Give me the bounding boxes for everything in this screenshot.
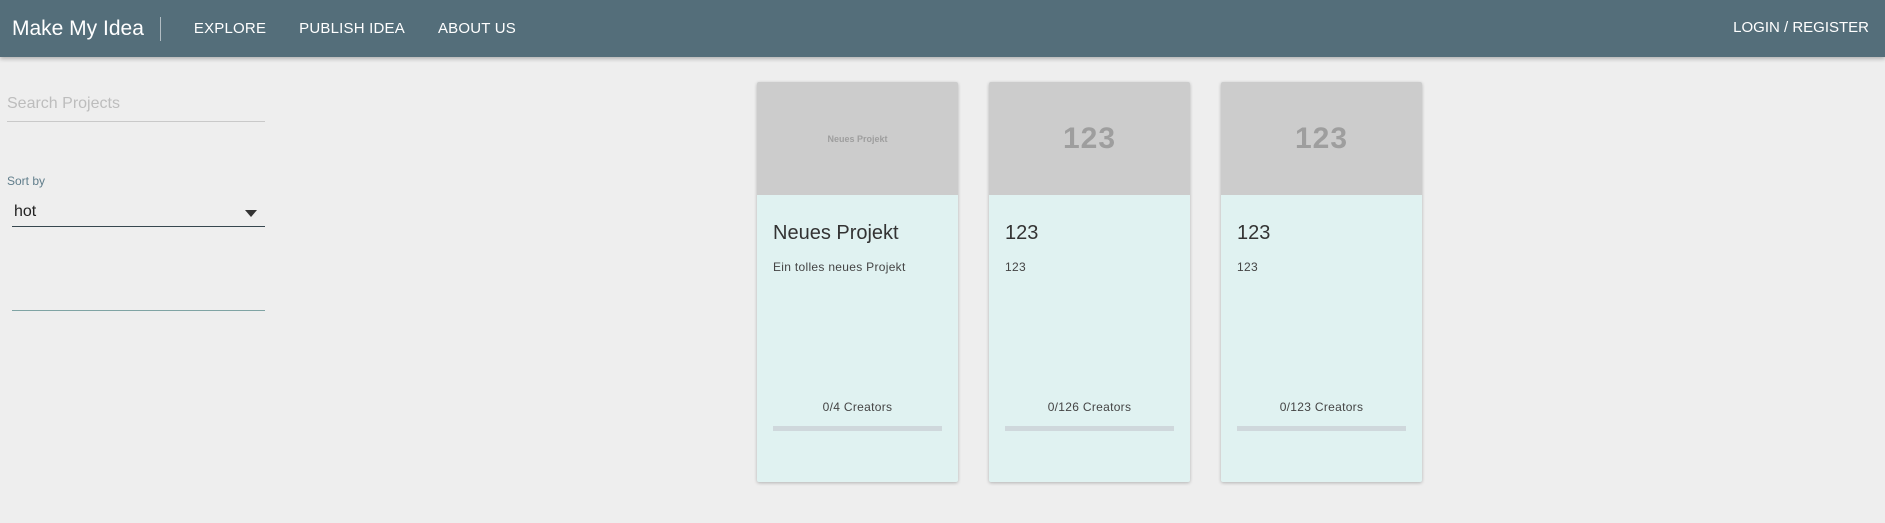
creators-progress-bar <box>1005 426 1174 431</box>
creators-progress-bar <box>773 426 942 431</box>
top-app-bar: Make My Idea EXPLORE PUBLISH IDEA ABOUT … <box>0 0 1885 57</box>
project-card[interactable]: 123 123 123 0/123 Creators <box>1221 82 1422 482</box>
brand-logo[interactable]: Make My Idea <box>0 16 161 41</box>
project-card[interactable]: 123 123 123 0/126 Creators <box>989 82 1190 482</box>
card-creators-count: 0/4 Creators <box>822 400 893 414</box>
card-creators-count: 0/126 Creators <box>1047 400 1132 414</box>
card-image: Neues Projekt <box>757 82 958 195</box>
nav-explore[interactable]: EXPLORE <box>194 20 266 37</box>
nav-publish-idea[interactable]: PUBLISH IDEA <box>299 20 405 37</box>
project-card[interactable]: Neues Projekt Neues Projekt Ein tolles n… <box>757 82 958 482</box>
sort-by-label: Sort by <box>7 174 46 188</box>
sort-select[interactable]: hot <box>12 201 265 227</box>
filter-field[interactable] <box>12 283 265 311</box>
nav-about-us[interactable]: ABOUT US <box>438 20 516 37</box>
card-description: 123 <box>1005 260 1026 274</box>
card-title: 123 <box>1237 222 1271 244</box>
card-title: 123 <box>1005 222 1039 244</box>
card-creators-count: 0/123 Creators <box>1279 400 1364 414</box>
card-image: 123 <box>989 82 1190 195</box>
card-description: 123 <box>1237 260 1258 274</box>
card-title: Neues Projekt <box>773 222 899 244</box>
dropdown-arrow-icon <box>245 210 257 217</box>
login-register-link[interactable]: LOGIN / REGISTER <box>1733 19 1869 36</box>
card-image: 123 <box>1221 82 1422 195</box>
card-description: Ein tolles neues Projekt <box>773 260 906 274</box>
sort-selected-value: hot <box>14 203 37 220</box>
search-input[interactable] <box>7 86 265 122</box>
creators-progress-bar <box>1237 426 1406 431</box>
